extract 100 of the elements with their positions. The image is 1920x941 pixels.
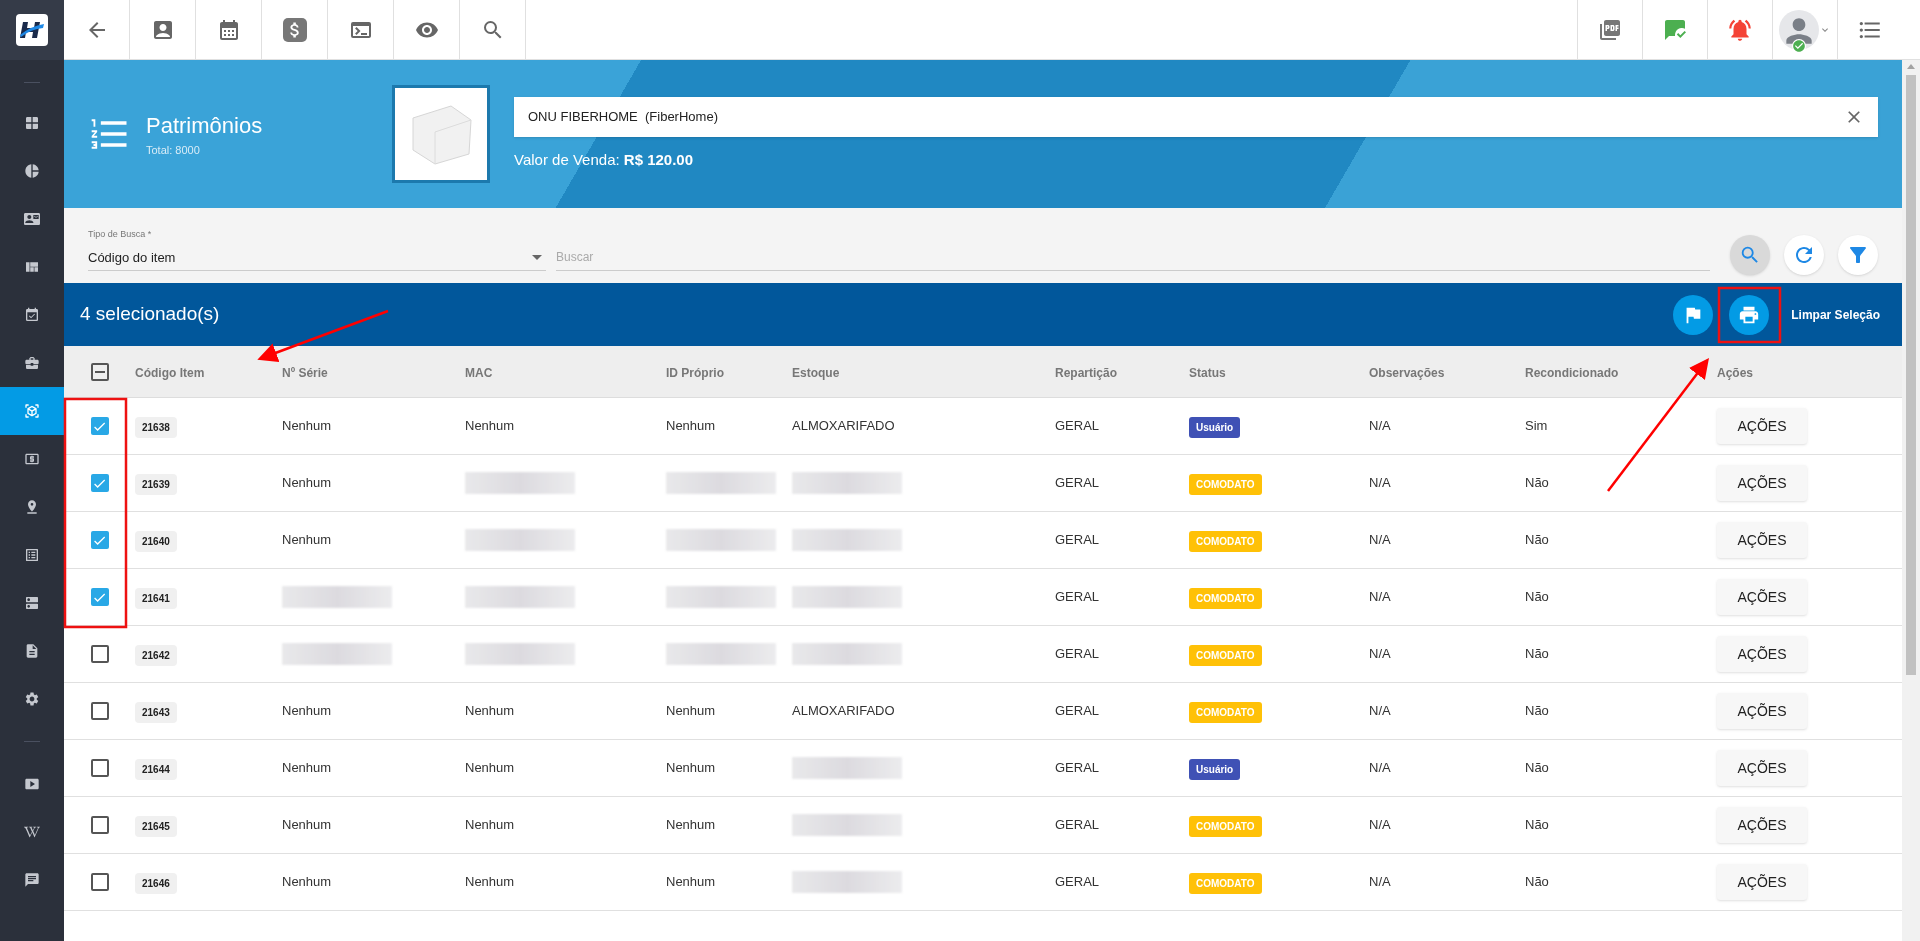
clear-selection-link[interactable]: Limpar Seleção bbox=[1791, 305, 1880, 324]
table-cell-text: Não bbox=[1525, 816, 1549, 835]
refresh-button[interactable] bbox=[1784, 235, 1824, 275]
column-header: Repartição bbox=[1055, 365, 1118, 380]
calendar-icon bbox=[24, 307, 40, 323]
status-badge: COMODATO bbox=[1189, 531, 1262, 552]
settings-icon bbox=[24, 691, 40, 707]
table-cell-text: GERAL bbox=[1055, 531, 1100, 550]
item-code-chip: 21645 bbox=[135, 816, 177, 837]
column-header: ID Próprio bbox=[666, 365, 724, 380]
product-field[interactable]: ONU FIBERHOME (FiberHome) bbox=[514, 96, 1878, 137]
actions-button[interactable]: AÇÕES bbox=[1717, 579, 1807, 615]
table-cell-text: N/A bbox=[1369, 873, 1391, 892]
row-checkbox[interactable] bbox=[90, 417, 109, 435]
row-checkbox[interactable] bbox=[90, 645, 109, 663]
column-header: Status bbox=[1189, 365, 1226, 380]
table-cell-text: ALMOXARIFADO bbox=[792, 702, 895, 721]
item-code-chip: 21643 bbox=[135, 702, 177, 723]
item-code-chip: 21639 bbox=[135, 474, 177, 495]
letter-w-icon bbox=[24, 824, 40, 840]
table-row[interactable]: 21640 Nenhum GERAL COMODATO N/A Não AÇÕES bbox=[64, 512, 1902, 569]
print-button[interactable] bbox=[1729, 294, 1770, 335]
table-cell-text: Não bbox=[1525, 588, 1549, 607]
contact-card-icon bbox=[24, 211, 40, 227]
item-code-chip: 21646 bbox=[135, 873, 177, 894]
table-cell-text: N/A bbox=[1369, 759, 1391, 778]
row-checkbox[interactable] bbox=[90, 873, 109, 891]
actions-button[interactable]: AÇÕES bbox=[1717, 693, 1807, 729]
table-row[interactable]: 21645 Nenhum Nenhum Nenhum GERAL COMODATO N/A Não AÇÕES bbox=[64, 797, 1902, 854]
status-badge: COMODATO bbox=[1189, 474, 1262, 495]
table-row[interactable]: 21638 Nenhum Nenhum Nenhum ALMOXARIFADO GERAL Usuário N/A Sim AÇÕES bbox=[64, 398, 1902, 455]
search-button[interactable] bbox=[1730, 235, 1770, 275]
actions-button[interactable]: AÇÕES bbox=[1717, 408, 1807, 444]
column-header: MAC bbox=[465, 365, 493, 380]
table-cell-text: Nenhum bbox=[282, 702, 332, 721]
row-checkbox[interactable] bbox=[90, 474, 109, 492]
select-all-checkbox[interactable] bbox=[90, 362, 109, 381]
logo-icon[interactable] bbox=[16, 14, 48, 46]
filter-button[interactable] bbox=[1838, 235, 1878, 275]
status-badge: COMODATO bbox=[1189, 873, 1262, 894]
table-cell-text: Não bbox=[1525, 759, 1549, 778]
flag-button[interactable] bbox=[1673, 294, 1714, 335]
document-icon bbox=[24, 643, 40, 659]
chat-check-icon bbox=[1663, 17, 1687, 42]
table-row[interactable]: 21646 Nenhum Nenhum Nenhum GERAL COMODATO N/A Não AÇÕES bbox=[64, 854, 1902, 911]
table-cell-text: Nenhum bbox=[465, 702, 515, 721]
actions-button[interactable]: AÇÕES bbox=[1717, 522, 1807, 558]
actions-button[interactable]: AÇÕES bbox=[1717, 750, 1807, 786]
table-cell-text: N/A bbox=[1369, 702, 1391, 721]
status-badge: COMODATO bbox=[1189, 645, 1262, 666]
cube-icon bbox=[24, 403, 40, 419]
actions-button[interactable]: AÇÕES bbox=[1717, 864, 1807, 900]
pdf-file-icon bbox=[1598, 17, 1622, 42]
table-cell-text: Nenhum bbox=[282, 474, 332, 493]
total-count: Total: 8000 bbox=[146, 143, 201, 159]
table-cell-text: N/A bbox=[1369, 531, 1391, 550]
highlight-box bbox=[1717, 286, 1782, 344]
table-cell-text: N/A bbox=[1369, 816, 1391, 835]
banknote-icon bbox=[24, 451, 40, 467]
table-cell-text: GERAL bbox=[1055, 702, 1100, 721]
table-cell-text: GERAL bbox=[1055, 417, 1100, 436]
status-badge: COMODATO bbox=[1189, 702, 1262, 723]
row-checkbox[interactable] bbox=[90, 588, 109, 606]
table-row[interactable]: 21641 GERAL COMODATO N/A Não AÇÕES bbox=[64, 569, 1902, 626]
table-cell-text: ALMOXARIFADO bbox=[792, 417, 895, 436]
actions-button[interactable]: AÇÕES bbox=[1717, 636, 1807, 672]
status-badge: COMODATO bbox=[1189, 588, 1262, 609]
minus-icon bbox=[94, 370, 105, 373]
table-row[interactable]: 21642 GERAL COMODATO N/A Não AÇÕES bbox=[64, 626, 1902, 683]
actions-button[interactable]: AÇÕES bbox=[1717, 465, 1807, 501]
table-cell-text: Nenhum bbox=[282, 759, 332, 778]
search-type-select[interactable]: Tipo de Busca * Código do item bbox=[88, 228, 546, 271]
table-cell-text: GERAL bbox=[1055, 588, 1100, 607]
table-cell-text: N/A bbox=[1369, 417, 1391, 436]
location-pin-icon bbox=[24, 499, 40, 515]
page-title: Patrimônios bbox=[146, 112, 264, 141]
actions-button[interactable]: AÇÕES bbox=[1717, 807, 1807, 843]
row-checkbox[interactable] bbox=[90, 702, 109, 720]
row-checkbox[interactable] bbox=[90, 816, 109, 834]
table-cell-text: Não bbox=[1525, 873, 1549, 892]
table-cell-text: Nenhum bbox=[465, 417, 515, 436]
table-cell-text: Nenhum bbox=[666, 759, 716, 778]
column-header: Recondicionado bbox=[1525, 365, 1619, 380]
scrollbar[interactable] bbox=[1902, 60, 1920, 941]
table-cell-text: GERAL bbox=[1055, 645, 1100, 664]
list-icon bbox=[24, 547, 40, 563]
search-field[interactable]: Buscar bbox=[556, 248, 1710, 271]
column-header: Nº Série bbox=[282, 365, 328, 380]
item-code-chip: 21641 bbox=[135, 588, 177, 609]
table-cell-text: Nenhum bbox=[282, 873, 332, 892]
table-row[interactable]: 21639 Nenhum GERAL COMODATO N/A Não AÇÕES bbox=[64, 455, 1902, 512]
pie-chart-icon bbox=[24, 163, 40, 179]
row-checkbox[interactable] bbox=[90, 759, 109, 777]
dollar-icon bbox=[282, 17, 307, 42]
table-cell-text: GERAL bbox=[1055, 759, 1100, 778]
table-cell-text: GERAL bbox=[1055, 873, 1100, 892]
item-code-chip: 21642 bbox=[135, 645, 177, 666]
table-row[interactable]: 21644 Nenhum Nenhum Nenhum GERAL Usuário N/A Não AÇÕES bbox=[64, 740, 1902, 797]
row-checkbox[interactable] bbox=[90, 531, 109, 549]
table-row[interactable]: 21643 Nenhum Nenhum Nenhum ALMOXARIFADO GERAL COMODATO N/A Não AÇÕES bbox=[64, 683, 1902, 740]
